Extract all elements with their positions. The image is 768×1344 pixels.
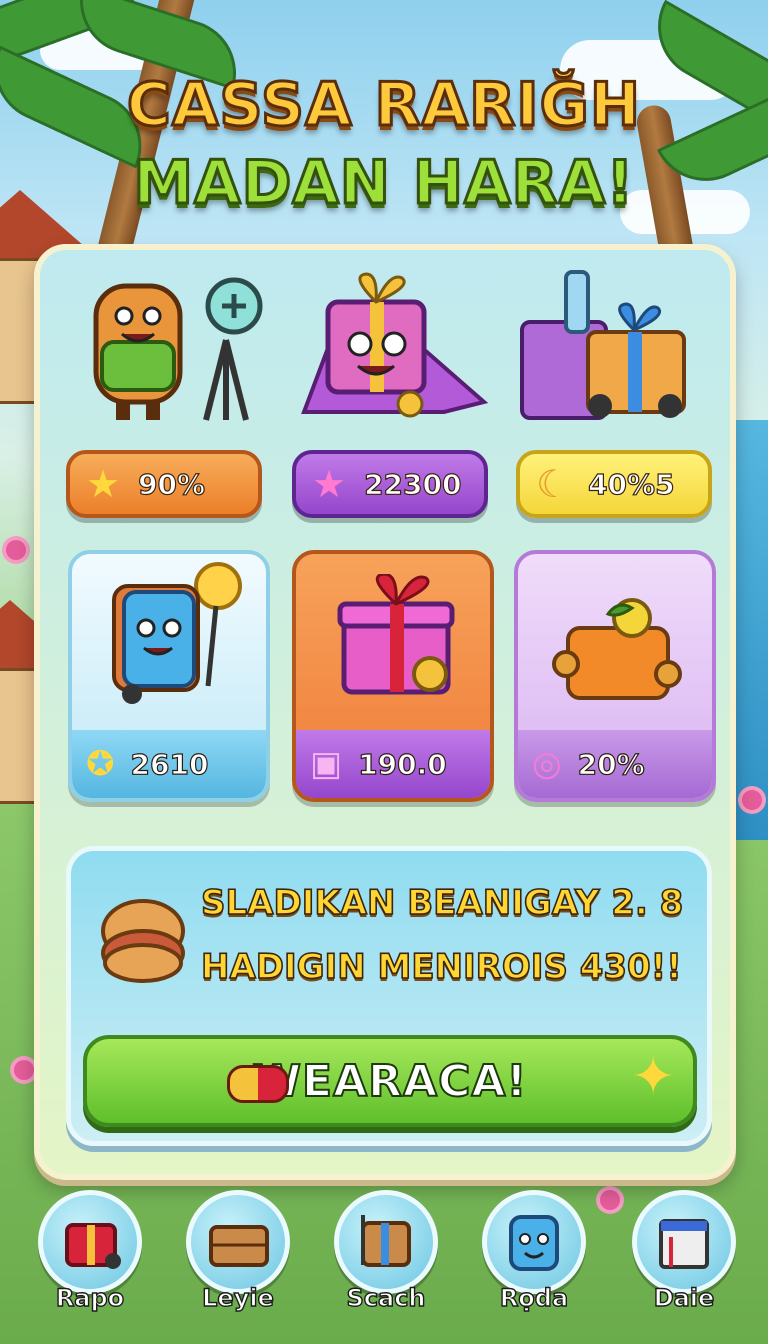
promo-text-line-1: SLADIKAN BEANIGAY 2. 8 [200,882,684,924]
nav-label-scach: Scach [346,1283,426,1312]
nav-label-rapo: Rapo [55,1283,125,1312]
bottle-and-gift-pile-icon[interactable] [516,266,716,426]
character-bag-icon [509,1215,559,1271]
fruit-box-icon [552,598,682,700]
sparkle-star-icon: ✦ [631,1047,675,1107]
book-stack-icon [659,1219,709,1269]
pink-star-icon: ★ [312,462,347,506]
stat-value: 90% [137,467,206,501]
game-title-line-1: CASSA RARIĞH [125,69,642,142]
card-value: 190.0 [358,747,448,781]
nav-item-rapo[interactable] [38,1190,142,1294]
nav-item-leyie[interactable] [186,1190,290,1294]
mascot-photographer-icon[interactable] [76,270,266,430]
gift-box-icon [65,1223,121,1269]
game-title-line-2: MADAN HARA! [132,147,635,220]
stat-value: 40%5 [587,467,675,501]
shop-card-orange[interactable]: ▣ 190.0 [292,550,494,802]
shop-card-blue[interactable]: ✪ 2610 [68,550,270,802]
gift-box-character-icon[interactable] [294,272,494,422]
pill-icon [227,1065,289,1103]
claim-button[interactable]: WEARACA! ✦ [83,1035,697,1127]
gift-box-icon [337,574,455,695]
ring-icon: ◎ [532,744,562,784]
moon-icon: ☾ [536,462,571,506]
stat-pill-coins[interactable]: ★ 22300 [292,450,488,518]
promo-banner: SLADIKAN BEANIGAY 2. 8 HADIGIN MENIROIS … [66,846,712,1146]
card-value: 2610 [130,747,209,781]
backpack-character-icon [112,562,242,704]
card-value: 20% [577,747,645,781]
nav-item-daie[interactable] [632,1190,736,1294]
chest-icon: ▣ [310,744,343,784]
crate-icon [209,1225,269,1267]
stat-pill-percent[interactable]: ★ 90% [66,450,262,518]
stat-pill-moon[interactable]: ☾ 40%5 [516,450,712,518]
nav-label-roda: Rọda [499,1283,569,1312]
card-price-bar: ▣ 190.0 [296,730,490,798]
nav-label-daie: Daie [653,1283,715,1312]
card-price-bar: ✪ 2610 [72,730,266,798]
nav-item-roda[interactable] [482,1190,586,1294]
star-icon: ★ [86,462,121,506]
stat-value: 22300 [363,467,462,501]
cart-icon [361,1215,411,1267]
nav-label-leyie: Leyie [201,1283,274,1312]
claim-button-label: WEARACA! [252,1055,528,1108]
star-badge-icon: ✪ [86,744,115,784]
card-price-bar: ◎ 20% [518,730,712,798]
nav-item-scach[interactable] [334,1190,438,1294]
promo-text-line-2: HADIGIN MENIROIS 430!! [200,946,682,988]
bread-bun-icon [101,899,185,983]
shop-card-purple[interactable]: ◎ 20% [514,550,716,802]
